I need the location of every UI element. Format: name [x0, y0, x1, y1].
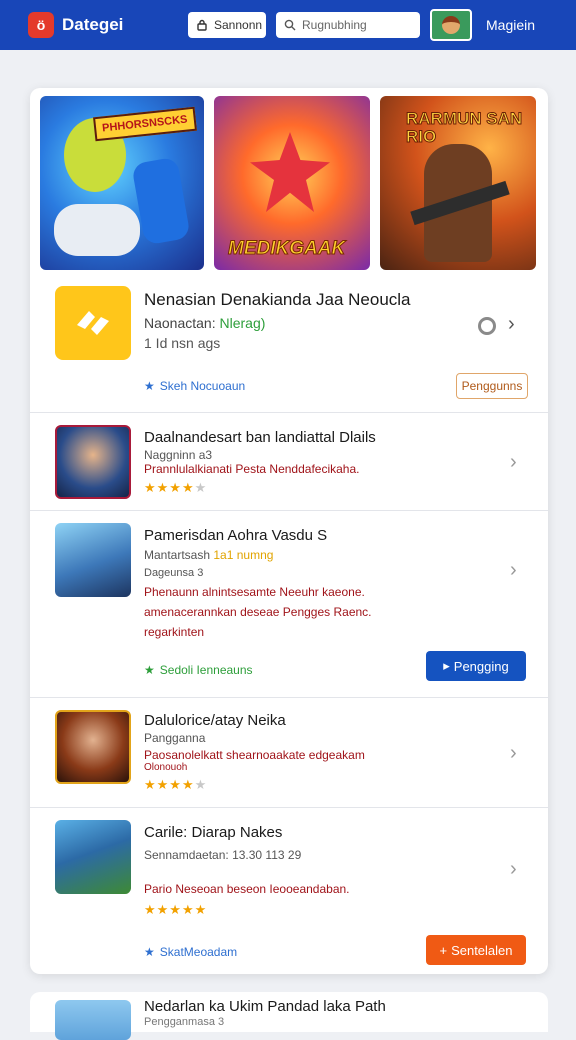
- star-icon: ★: [144, 945, 155, 959]
- search-icon: [284, 19, 296, 31]
- chevron-right-icon[interactable]: ›: [508, 313, 515, 336]
- logo-icon: ö: [28, 12, 54, 38]
- app-title: Pamerisdan Aohra Vasdu S: [144, 527, 328, 544]
- install-button[interactable]: ▸ Pengging: [426, 651, 526, 681]
- app-description: Phenaunn alnintsesamte Neeuhr kaeone.: [144, 585, 365, 599]
- search-button[interactable]: Sannonn: [188, 12, 266, 38]
- app-subtitle: Naggninn a3: [144, 448, 213, 462]
- app-note[interactable]: ★ Sedoli Ienneauns: [144, 663, 253, 677]
- featured-app-title: Nenasian Denakianda Jaa Neoucla: [144, 290, 411, 309]
- developer-value: Nlerag): [219, 315, 266, 331]
- search-placeholder: Rugnubhing: [302, 18, 367, 32]
- star-rating: ★★★★★: [144, 480, 208, 495]
- banner-tag: RARMUN SAN RIO: [406, 109, 523, 146]
- app-icon: [55, 710, 131, 784]
- search-input[interactable]: Rugnubhing: [276, 12, 420, 38]
- top-navigation-bar: ö Dategei Sannonn Rugnubhing Magiein: [0, 0, 576, 50]
- app-title: Daalnandesart ban landiattal Dlails: [144, 429, 376, 446]
- banner-item[interactable]: RARMUN SAN RIO: [380, 96, 536, 270]
- app-description: Paosanolelkatt shearnoaakate edgeakam: [144, 748, 365, 762]
- app-subtitle: Sennamdaetan: 13.30 113 29: [144, 848, 302, 862]
- app-icon: [55, 523, 131, 597]
- info-icon[interactable]: [478, 317, 496, 335]
- app-note-label: Sedoli Ienneauns: [159, 663, 253, 677]
- featured-app-note[interactable]: ★ Skeh Nocuoaun: [144, 379, 245, 393]
- user-avatar[interactable]: [430, 9, 472, 41]
- app-icon: [55, 425, 131, 499]
- app-description-line3: regarkinten: [144, 625, 205, 639]
- featured-app-icon: [55, 286, 131, 360]
- search-button-label: Sannonn: [214, 18, 263, 32]
- app-description-line2: amenacerannkan deseae Pengges Raenc.: [144, 605, 372, 619]
- app-icon: [55, 1000, 131, 1040]
- lock-icon: [196, 19, 208, 31]
- developer-label: Naonactan:: [144, 315, 216, 331]
- chevron-right-icon[interactable]: ›: [510, 858, 517, 881]
- featured-app-size: 1 Id nsn ags: [144, 335, 221, 351]
- banner-tag: MEDIKGAAK: [227, 238, 346, 260]
- avatar-face-icon: [442, 16, 460, 34]
- app-title: Nedarlan ka Ukim Pandad laka Path: [144, 998, 386, 1015]
- action-button[interactable]: + Sentelalen: [426, 935, 526, 965]
- chevron-right-icon[interactable]: ›: [510, 742, 517, 765]
- star-rating: ★★★★★: [144, 777, 208, 792]
- app-subtitle: Pengganmasa 3: [144, 1016, 225, 1028]
- list-item[interactable]: Daalnandesart ban landiattal Dlails Nagg…: [30, 412, 548, 510]
- banner-carousel: PHHORSNSCKS MEDIKGAAK RARMUN SAN RIO: [30, 88, 548, 270]
- app-subtitle: Pangganna: [144, 731, 206, 745]
- user-name[interactable]: Magiein: [486, 17, 535, 33]
- app-icon: [55, 820, 131, 894]
- list-item[interactable]: Carile: Diarap Nakes Sennamdaetan: 13.30…: [30, 807, 548, 974]
- gamepad-icon: [54, 204, 140, 256]
- app-meta: Dageunsa 3: [144, 567, 204, 579]
- star-icon: ★: [144, 663, 155, 677]
- app-subtitle-text: Mantartsash: [144, 548, 211, 562]
- list-item[interactable]: Dalulorice/atay Neika Pangganna Paosanol…: [30, 697, 548, 807]
- featured-app-button[interactable]: Penggunns: [456, 373, 528, 399]
- list-item[interactable]: Pamerisdan Aohra Vasdu S Mantartsash 1a1…: [30, 510, 548, 697]
- app-description-line2: Olonouoh: [144, 762, 188, 773]
- star-icon: ★: [144, 379, 155, 393]
- app-subtitle-highlight: 1a1 numng: [213, 548, 274, 562]
- app-subtitle: Mantartsash 1a1 numng: [144, 548, 273, 562]
- next-list-item[interactable]: Nedarlan ka Ukim Pandad laka Path Pengga…: [30, 992, 548, 1040]
- install-button-label: Pengging: [453, 658, 509, 674]
- banner-item[interactable]: MEDIKGAAK: [214, 96, 370, 270]
- controller-icon: [131, 156, 191, 246]
- app-title: Dalulorice/atay Neika: [144, 712, 286, 729]
- app-description: Pario Neseoan beseon Ieooeandaban.: [144, 882, 350, 896]
- featured-app-note-label: Skeh Nocuoaun: [159, 379, 246, 393]
- plus-icon: +: [439, 942, 448, 958]
- app-description: Prannlulalkianati Pesta Nenddafecikaha.: [144, 462, 360, 476]
- banner-item[interactable]: PHHORSNSCKS: [40, 96, 204, 270]
- chevron-right-icon[interactable]: ›: [510, 451, 517, 474]
- logo-text: Dategei: [62, 15, 124, 34]
- action-button-label: Sentelalen: [451, 942, 513, 958]
- app-note-label: SkatMeoadam: [159, 945, 238, 959]
- star-character-icon: [250, 132, 330, 212]
- app-note[interactable]: ★ SkatMeoadam: [144, 945, 237, 959]
- app-logo[interactable]: ö Dategei: [28, 12, 178, 38]
- star-rating: ★★★★★: [144, 902, 208, 917]
- app-title: Carile: Diarap Nakes: [144, 824, 283, 841]
- play-icon: ▸: [443, 658, 450, 673]
- banner-tag: PHHORSNSCKS: [93, 106, 197, 142]
- featured-app-developer: Naonactan: Nlerag): [144, 315, 265, 331]
- chevron-right-icon[interactable]: ›: [510, 559, 517, 582]
